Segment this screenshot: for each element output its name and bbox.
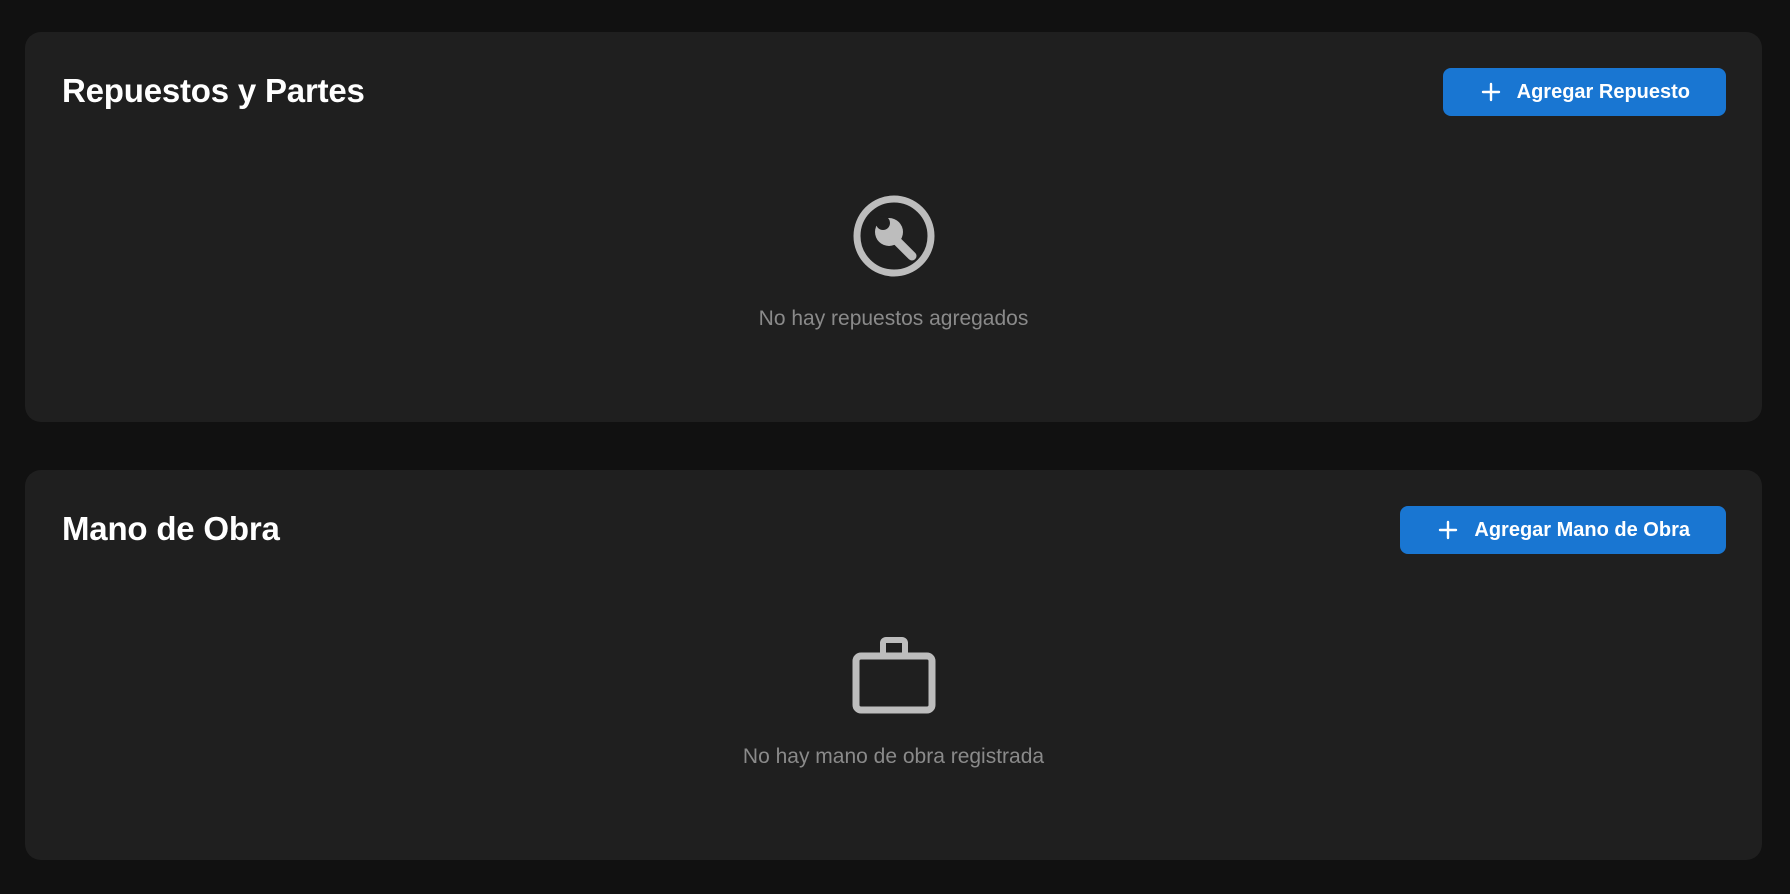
plus-icon [1481,82,1501,102]
plus-icon [1438,520,1458,540]
add-part-button-label: Agregar Repuesto [1516,80,1690,103]
add-labor-button-label: Agregar Mano de Obra [1474,518,1690,541]
parts-empty-text: No hay repuestos agregados [758,307,1029,330]
labor-empty-text: No hay mano de obra registrada [742,745,1045,768]
parts-title: Repuestos y Partes [62,72,365,109]
wrench-icon [852,194,936,278]
labor-section: Mano de Obra Agregar Mano de Obra No hay… [25,470,1762,860]
add-part-button[interactable]: Agregar Repuesto [1442,68,1726,116]
labor-empty-state: No hay mano de obra registrada [25,632,1762,767]
add-labor-button[interactable]: Agregar Mano de Obra [1400,506,1726,554]
labor-title: Mano de Obra [62,510,280,547]
briefcase-icon [852,632,936,716]
parts-empty-state: No hay repuestos agregados [25,194,1762,329]
parts-section: Repuestos y Partes Agregar Repuesto No h… [25,32,1762,422]
